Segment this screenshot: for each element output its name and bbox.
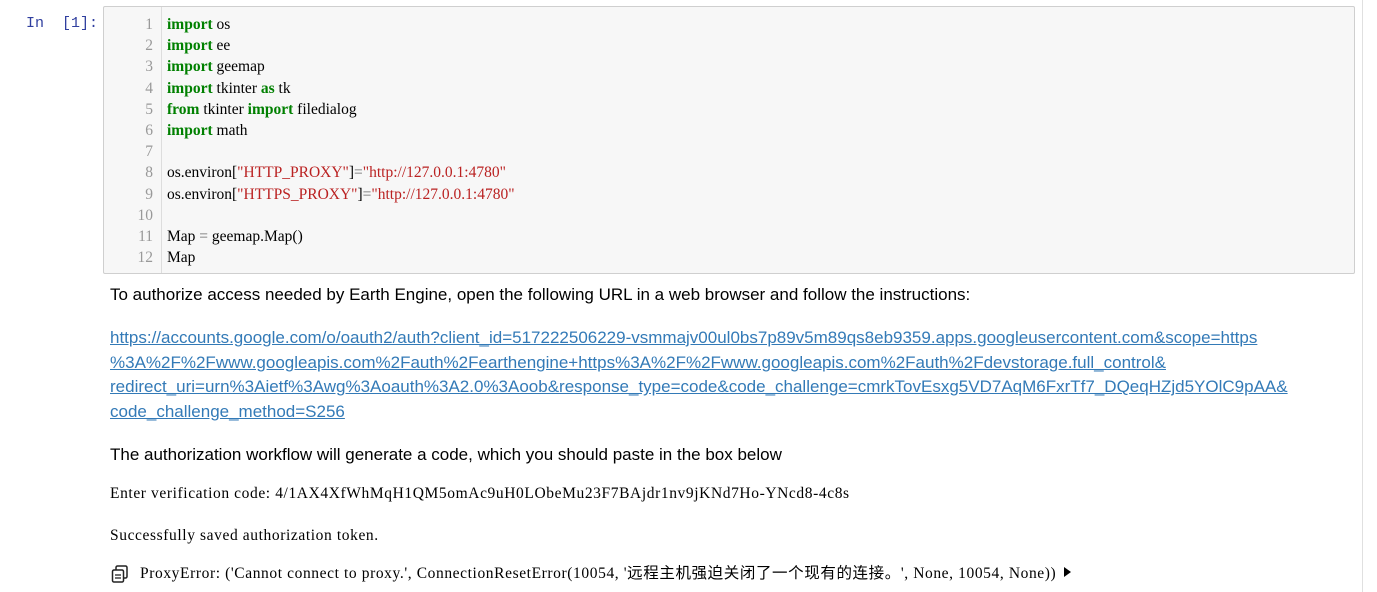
line-number: 12 <box>137 249 154 267</box>
keyword-token: as <box>260 79 275 97</box>
output-intro-text: To authorize access needed by Earth Engi… <box>110 285 971 304</box>
keyword-token: import <box>247 100 294 118</box>
copy-icon[interactable] <box>110 564 130 584</box>
code-line[interactable]: 12 Map <box>104 247 1354 268</box>
string-token: "HTTP_PROXY" <box>237 164 349 182</box>
code-line[interactable]: 3 import geemap <box>104 56 1354 77</box>
keyword-token: import <box>167 79 213 97</box>
keyword-token: import <box>167 122 213 139</box>
code-text: import os <box>167 14 230 35</box>
code-token: ee <box>212 37 231 55</box>
string-token: "http://127.0.0.1:4780" <box>362 164 506 182</box>
workflow-note: The authorization workflow will generate… <box>110 445 782 464</box>
line-number: 4 <box>145 79 153 97</box>
string-token: "http://127.0.0.1:4780" <box>371 185 515 203</box>
code-text: import math <box>167 120 248 141</box>
code-line[interactable]: 8 os.environ["HTTP_PROXY"]="http://127.0.… <box>104 162 1354 183</box>
line-number: 6 <box>145 122 153 139</box>
code-text: import geemap <box>167 56 265 77</box>
keyword-token: import <box>167 58 213 76</box>
proxy-error-text: ProxyError: ('Cannot connect to proxy.',… <box>140 565 1057 582</box>
saved-token-message: Successfully saved authorization token. <box>110 527 379 544</box>
authorization-url-link[interactable]: https://accounts.google.com/o/oauth2/aut… <box>110 326 1350 425</box>
verification-code-line: Enter verification code: 4/1AX4XfWhMqH1Q… <box>110 485 850 502</box>
line-number: 5 <box>145 100 153 118</box>
code-line[interactable]: 5 from tkinter import filedialog <box>104 99 1354 120</box>
line-number: 8 <box>145 164 153 182</box>
line-number: 3 <box>145 58 153 76</box>
code-token: geemap <box>212 58 265 76</box>
input-prompt: In [1]: <box>26 15 99 32</box>
line-number: 11 <box>138 228 153 245</box>
keyword-token: from <box>167 100 200 118</box>
code-token: tkinter <box>199 100 248 118</box>
code-text: Map <box>167 247 195 268</box>
code-token: os <box>212 16 231 33</box>
line-number: 7 <box>145 143 153 161</box>
code-line[interactable]: 6 import math <box>104 120 1354 141</box>
code-token: math <box>212 122 248 139</box>
code-token: Map <box>167 249 196 267</box>
string-token: "HTTPS_PROXY" <box>237 185 358 203</box>
code-line[interactable]: 11 Map = geemap.Map() <box>104 226 1354 247</box>
code-line[interactable]: 1 import os <box>104 14 1354 35</box>
code-cell-editor[interactable]: 1 import os 2 import ee 3 import geemap 4 impor… <box>103 6 1355 274</box>
keyword-token: import <box>167 16 213 33</box>
notebook-right-border <box>1362 0 1363 592</box>
line-number: 1 <box>145 16 153 33</box>
code-line[interactable]: 4 import tkinter as tk <box>104 78 1354 99</box>
code-text: os.environ["HTTP_PROXY"]="http://127.0.0… <box>167 162 506 183</box>
code-token: os.environ[ <box>167 185 238 203</box>
triangle-right-icon[interactable] <box>1062 565 1072 583</box>
auth-url-line[interactable]: code_challenge_method=S256 <box>110 400 1350 425</box>
code-token: = <box>199 228 209 245</box>
code-text: os.environ["HTTPS_PROXY"]="http://127.0.… <box>167 184 515 205</box>
code-token: geemap.Map() <box>208 228 303 245</box>
code-text: import ee <box>167 35 230 56</box>
auth-url-line[interactable]: redirect_uri=urn%3Aietf%3Awg%3Aoauth%3A2… <box>110 375 1350 400</box>
auth-url-line[interactable]: %3A%2F%2Fwww.googleapis.com%2Fauth%2Fear… <box>110 351 1350 376</box>
code-token: filedialog <box>293 100 357 118</box>
line-number: 9 <box>145 185 153 203</box>
line-number: 2 <box>145 37 153 55</box>
code-line[interactable]: 2 import ee <box>104 35 1354 56</box>
proxy-error-row: ProxyError: ('Cannot connect to proxy.',… <box>110 563 1350 585</box>
line-number: 10 <box>137 206 154 224</box>
code-line[interactable]: 10 <box>104 205 1354 226</box>
code-text: Map = geemap.Map() <box>167 226 303 247</box>
code-token: Map <box>167 228 200 245</box>
code-token: tk <box>274 79 291 97</box>
code-text: from tkinter import filedialog <box>167 99 357 120</box>
code-token: = <box>354 164 363 182</box>
keyword-token: import <box>167 37 213 55</box>
code-token: tkinter <box>212 79 261 97</box>
code-text: import tkinter as tk <box>167 78 291 99</box>
code-line[interactable]: 7 <box>104 141 1354 162</box>
auth-url-line[interactable]: https://accounts.google.com/o/oauth2/aut… <box>110 326 1350 351</box>
code-line[interactable]: 9 os.environ["HTTPS_PROXY"]="http://127.0… <box>104 184 1354 205</box>
code-token: os.environ[ <box>167 164 238 182</box>
